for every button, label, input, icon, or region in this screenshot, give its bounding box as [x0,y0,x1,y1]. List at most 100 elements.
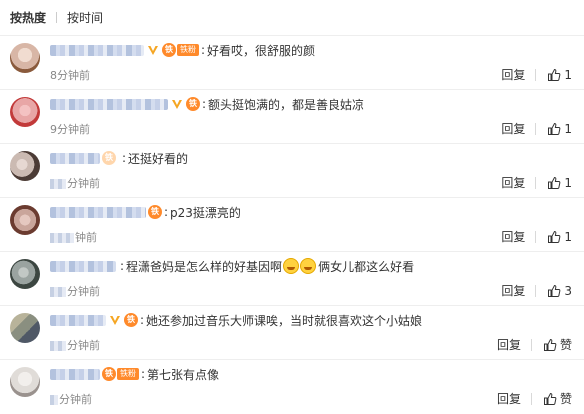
like-count: 1 [564,229,572,244]
reply-button[interactable]: 回复 [501,228,525,245]
time-blur [50,341,66,351]
comment-body: 铁 : 额头挺饱满的，都是善良姑凉 [50,95,364,113]
sort-by-time-tab[interactable]: 按时间 [67,9,103,26]
comment-actions: 回复 1 [501,120,572,137]
comment-item: 铁铁粉 : 第七张有点像 分钟前 回复 赞 [0,360,584,414]
reply-button[interactable]: 回复 [501,282,525,299]
time-blur [50,233,74,243]
thumbs-up-icon [548,68,561,81]
comment-actions: 回复 3 [501,282,572,299]
comment-item: 铁 : 她还参加过音乐大师课唉，当时就很喜欢这个小姑娘 分钟前 回复 赞 [0,306,584,360]
username-link[interactable] [50,314,106,326]
comment-time: 分钟前 [50,283,100,299]
comment-text: 她还参加过音乐大师课唉，当时就很喜欢这个小姑娘 [146,313,423,328]
like-button[interactable]: 1 [547,230,572,244]
comment-body: 铁铁粉 : 好看哎，很舒服的颜 [50,41,315,59]
avatar[interactable] [10,205,40,235]
username-link[interactable] [50,152,100,164]
avatar[interactable] [10,97,40,127]
comment-text: 额头挺饱满的，都是善良姑凉 [208,97,365,112]
verified-v-icon [110,316,120,325]
comment-text: 好看哎，很舒服的颜 [207,43,316,58]
comment-time: 分钟前 [50,175,100,191]
action-divider [535,176,537,189]
avatar[interactable] [10,259,40,289]
fan-badge-icon: 铁 [186,97,200,111]
thumbs-up-icon [548,176,561,189]
comment-list: 铁铁粉 : 好看哎，很舒服的颜 8分钟前 回复 1 铁 : 额头挺饱满的，都是善… [0,36,584,414]
comment-item: 铁 : 额头挺饱满的，都是善良姑凉 9分钟前 回复 1 [0,90,584,144]
username-link[interactable] [50,44,144,56]
like-button[interactable]: 赞 [543,390,572,407]
sort-by-hot-tab[interactable]: 按热度 [10,9,46,26]
comment-time: 9分钟前 [50,123,90,136]
like-button[interactable]: 1 [547,176,572,190]
action-divider [535,122,537,135]
comment-text: 程潇爸妈是怎么样的好基因啊 [126,259,283,274]
reply-button[interactable]: 回复 [501,120,525,137]
comment-item: 铁铁粉 : 好看哎，很舒服的颜 8分钟前 回复 1 [0,36,584,90]
like-count: 1 [564,67,572,82]
thumbs-up-icon [543,338,557,351]
like-button[interactable]: 3 [547,284,572,298]
action-divider [530,338,532,351]
username-link[interactable] [50,98,168,110]
laugh-cry-emoji-icon [300,258,317,274]
comment-time: 钟前 [50,229,97,245]
comment-body: : 程潇爸妈是怎么样的好基因啊 俩女儿都这么好看 [50,257,414,275]
time-blur [50,287,66,297]
comment-actions: 回复 1 [501,174,572,191]
reply-button[interactable]: 回复 [497,390,521,407]
reply-button[interactable]: 回复 [501,66,525,83]
verified-v-icon [172,100,182,109]
avatar[interactable] [10,367,40,397]
time-blur [50,179,66,189]
like-count: 1 [564,175,572,190]
username-link[interactable] [50,368,100,380]
action-divider [535,284,537,297]
comment-actions: 回复 1 [501,66,572,83]
like-label: 赞 [559,392,572,406]
like-count: 3 [564,283,572,298]
comment-body: 铁 : 还挺好看的 [50,149,188,167]
like-label: 赞 [559,338,572,352]
comment-time: 分钟前 [50,337,100,353]
username-link[interactable] [50,260,116,272]
action-divider [535,68,537,81]
like-count: 1 [564,121,572,136]
comment-time: 分钟前 [50,391,92,407]
fan-badge-icon: 铁铁粉 [162,43,199,57]
like-button[interactable]: 赞 [543,336,572,353]
reply-button[interactable]: 回复 [501,174,525,191]
thumbs-up-icon [548,122,561,135]
comment-body: 铁 : p23挺漂亮的 [50,203,241,221]
avatar[interactable] [10,313,40,343]
comment-text: 第七张有点像 [147,367,220,382]
laugh-cry-emoji-icon [283,258,300,274]
like-button[interactable]: 1 [547,122,572,136]
fan-badge-icon: 铁 [148,205,162,219]
like-button[interactable]: 1 [547,68,572,82]
comment-item: 铁 : p23挺漂亮的 钟前 回复 1 [0,198,584,252]
username-link[interactable] [50,206,146,218]
reply-button[interactable]: 回复 [497,336,521,353]
fan-badge-icon: 铁铁粉 [102,367,139,381]
comment-item: 铁 : 还挺好看的 分钟前 回复 1 [0,144,584,198]
time-blur [50,395,58,405]
action-divider [535,230,537,243]
comment-text: 还挺好看的 [128,151,189,166]
fan-badge-icon: 铁 [124,313,138,327]
comment-time: 8分钟前 [50,69,90,82]
comment-body: 铁铁粉 : 第七张有点像 [50,365,219,383]
avatar[interactable] [10,43,40,73]
comment-text: p23挺漂亮的 [170,205,241,220]
fan-badge-icon: 铁 [102,151,116,165]
comment-text-continued: 俩女儿都这么好看 [318,259,415,274]
comment-item: : 程潇爸妈是怎么样的好基因啊 俩女儿都这么好看 分钟前 回复 3 [0,252,584,306]
avatar[interactable] [10,151,40,181]
thumbs-up-icon [548,284,561,297]
thumbs-up-icon [543,392,557,405]
verified-v-icon [148,46,158,55]
sort-divider [56,12,58,23]
comment-body: 铁 : 她还参加过音乐大师课唉，当时就很喜欢这个小姑娘 [50,311,422,329]
